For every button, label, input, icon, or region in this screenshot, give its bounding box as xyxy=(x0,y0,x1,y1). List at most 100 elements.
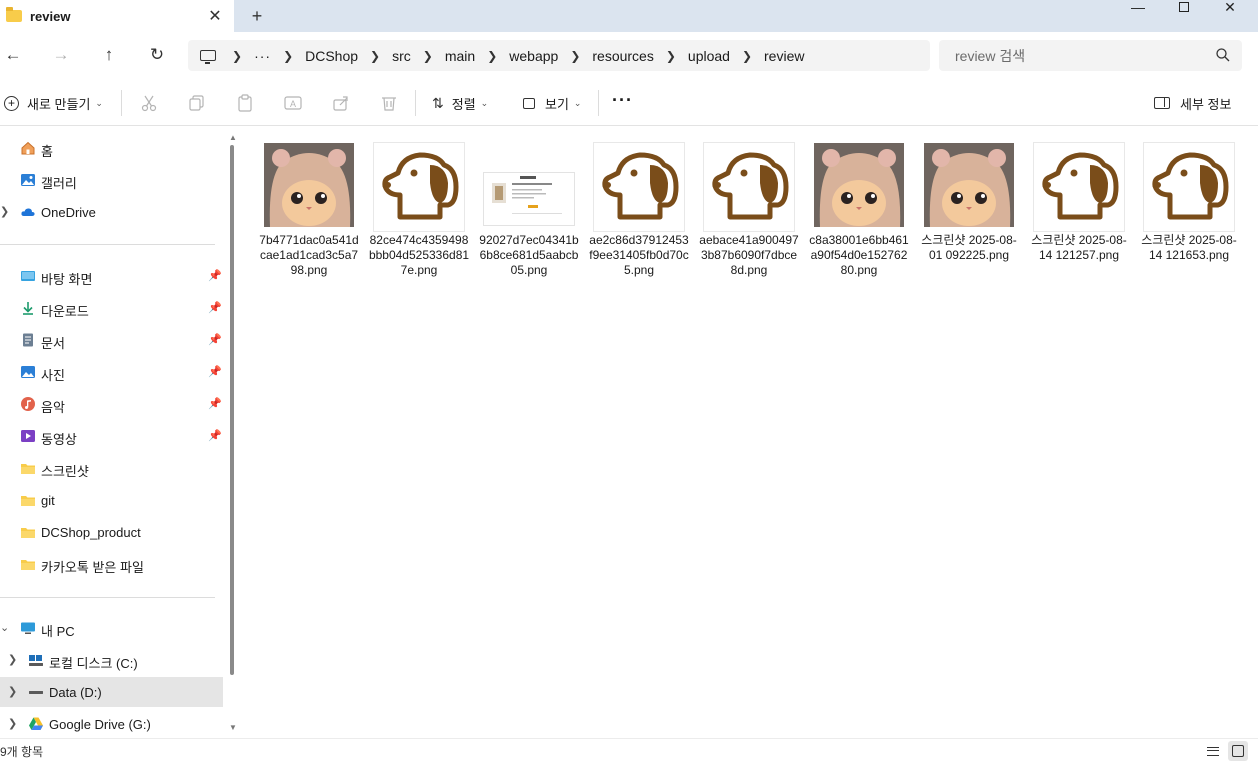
title-bar: review ✕ + — ✕ xyxy=(0,0,1258,32)
sidebar-item-git[interactable]: git xyxy=(0,485,223,515)
sidebar-item-dcshop-product[interactable]: DCShop_product xyxy=(0,517,223,547)
chevron-right-icon[interactable]: ❯ xyxy=(370,49,380,63)
share-icon[interactable] xyxy=(331,93,351,113)
sidebar-item-onedrive[interactable]: ❯ OneDrive xyxy=(0,197,223,227)
details-pane-button[interactable]: 세부 정보 xyxy=(1154,90,1231,116)
breadcrumb-item[interactable]: upload xyxy=(688,48,730,64)
breadcrumb-item[interactable]: webapp xyxy=(509,48,558,64)
paste-icon[interactable] xyxy=(235,93,255,113)
file-item[interactable]: 스크린샷 2025-08-14 121257.png xyxy=(1028,137,1128,287)
sidebar-item-home[interactable]: 홈 xyxy=(0,133,223,163)
pin-icon[interactable]: 📌 xyxy=(208,429,222,442)
refresh-button[interactable]: ↻ xyxy=(141,40,173,70)
video-icon xyxy=(21,430,35,442)
tab-close-button[interactable]: ✕ xyxy=(202,3,228,29)
thumbnail-view-button[interactable] xyxy=(1228,741,1248,761)
breadcrumb-item[interactable]: DCShop xyxy=(305,48,358,64)
breadcrumb-item[interactable]: resources xyxy=(592,48,653,64)
sidebar-item-desktop[interactable]: 바탕 화면 📌 xyxy=(0,261,223,291)
cut-icon[interactable] xyxy=(139,93,159,113)
tab-review[interactable]: review ✕ xyxy=(0,0,234,32)
details-pane-icon xyxy=(1154,97,1170,109)
sort-button[interactable]: ⇅ 정렬 ⌄ xyxy=(432,90,488,116)
more-options-button[interactable]: ··· xyxy=(612,87,633,113)
search-icon[interactable] xyxy=(1215,47,1231,63)
chevron-right-icon[interactable]: ❯ xyxy=(8,717,17,730)
delete-icon[interactable] xyxy=(379,93,399,113)
scrollbar-thumb[interactable] xyxy=(230,145,234,675)
file-name: aebace41a9004973b87b6090f7dbce8d.png xyxy=(699,233,799,277)
minimize-button[interactable]: — xyxy=(1115,0,1161,15)
image-thumbnail xyxy=(704,143,794,233)
sidebar-item-drive-g[interactable]: ❯ Google Drive (G:) xyxy=(0,709,223,739)
pin-icon[interactable]: 📌 xyxy=(208,365,222,378)
chevron-right-icon[interactable]: ❯ xyxy=(283,49,293,63)
file-list: 7b4771dac0a541dcae1ad1cad3c5a798.png 82c… xyxy=(238,127,1258,739)
details-view-button[interactable] xyxy=(1203,741,1223,761)
file-item[interactable]: aebace41a9004973b87b6090f7dbce8d.png xyxy=(698,137,799,287)
chevron-right-icon[interactable]: ❯ xyxy=(570,49,580,63)
sidebar-item-documents[interactable]: 문서 📌 xyxy=(0,325,223,355)
copy-icon[interactable] xyxy=(187,93,207,113)
breadcrumb-item[interactable]: main xyxy=(445,48,475,64)
chevron-right-icon[interactable]: ❯ xyxy=(487,49,497,63)
file-item[interactable]: 82ce474c4359498bbb04d525336d817e.png xyxy=(368,137,469,287)
file-item[interactable]: 7b4771dac0a541dcae1ad1cad3c5a798.png xyxy=(258,137,359,287)
pin-icon[interactable]: 📌 xyxy=(208,269,222,282)
sidebar-item-this-pc[interactable]: ⌄ 내 PC xyxy=(0,613,223,643)
chevron-right-icon[interactable]: ❯ xyxy=(8,653,17,666)
file-item[interactable]: ae2c86d37912453f9ee31405fb0d70c5.png xyxy=(588,137,689,287)
file-name: 스크린샷 2025-08-14 121257.png xyxy=(1031,233,1127,262)
view-button[interactable]: 보기 ⌄ xyxy=(523,90,581,116)
search-input[interactable] xyxy=(939,40,1189,71)
dog-logo-thumbnail xyxy=(704,143,794,231)
document-icon xyxy=(23,333,33,347)
pc-icon[interactable] xyxy=(200,50,216,64)
file-item[interactable]: 92027d7ec04341b6b8ce681d5aabcb05.png xyxy=(478,137,579,287)
chevron-down-icon[interactable]: ⌄ xyxy=(0,621,9,634)
chevron-right-icon[interactable]: ❯ xyxy=(423,49,433,63)
chevron-right-icon[interactable]: ❯ xyxy=(742,49,752,63)
chevron-right-icon[interactable]: ❯ xyxy=(232,49,242,63)
music-icon xyxy=(21,397,35,411)
address-bar[interactable]: ❯ ··· ❯ DCShop ❯ src ❯ main ❯ webapp ❯ r… xyxy=(188,40,930,71)
maximize-button[interactable] xyxy=(1161,0,1207,14)
up-button[interactable]: ↑ xyxy=(93,40,125,70)
command-bar: + 새로 만들기 ⌄ A ⇅ 정렬 ⌄ 보기 ⌄ ··· 세부 정보 xyxy=(0,78,1258,126)
chevron-right-icon[interactable]: ❯ xyxy=(0,205,9,218)
view-icon xyxy=(523,97,535,109)
pin-icon[interactable]: 📌 xyxy=(208,301,222,314)
sidebar-item-kakaotalk-files[interactable]: 카카오톡 받은 파일 xyxy=(0,549,223,579)
rename-icon[interactable]: A xyxy=(283,93,303,113)
sidebar-item-drive-d[interactable]: ❯ Data (D:) xyxy=(0,677,223,707)
pin-icon[interactable]: 📌 xyxy=(208,333,222,346)
file-item[interactable]: c8a38001e6bb461a90f54d0e15276280.png xyxy=(808,137,909,287)
chevron-right-icon[interactable]: ❯ xyxy=(8,685,17,698)
breadcrumb-more[interactable]: ··· xyxy=(254,48,271,64)
chevron-down-icon: ⌄ xyxy=(480,97,489,108)
new-button[interactable]: + 새로 만들기 ⌄ xyxy=(4,90,103,116)
file-item[interactable]: 스크린샷 2025-08-01 092225.png xyxy=(918,137,1018,287)
sidebar-item-pictures[interactable]: 사진 📌 xyxy=(0,357,223,387)
sidebar-item-gallery[interactable]: 갤러리 xyxy=(0,165,223,195)
chevron-down-icon: ⌄ xyxy=(573,97,582,108)
pin-icon[interactable]: 📌 xyxy=(208,397,222,410)
sidebar-divider xyxy=(0,244,215,245)
close-window-button[interactable]: ✕ xyxy=(1207,0,1253,15)
scroll-down-arrow-icon[interactable]: ▼ xyxy=(229,723,237,732)
new-tab-button[interactable]: + xyxy=(244,3,270,29)
forward-button[interactable]: → xyxy=(45,40,77,70)
chevron-right-icon[interactable]: ❯ xyxy=(666,49,676,63)
scroll-up-arrow-icon[interactable]: ▲ xyxy=(229,133,237,142)
status-bar: 9개 항목 xyxy=(0,738,1258,762)
sidebar-item-downloads[interactable]: 다운로드 📌 xyxy=(0,293,223,323)
sidebar-item-screenshots[interactable]: 스크린샷 xyxy=(0,453,223,483)
breadcrumb-item-current[interactable]: review xyxy=(764,48,804,64)
breadcrumb-item[interactable]: src xyxy=(392,48,411,64)
file-item[interactable]: 스크린샷 2025-08-14 121653.png xyxy=(1138,137,1238,287)
sidebar-item-music[interactable]: 음악 📌 xyxy=(0,389,223,419)
sidebar-item-drive-c[interactable]: ❯ 로컬 디스크 (C:) xyxy=(0,645,223,675)
back-button[interactable]: ← xyxy=(0,40,29,70)
sidebar-item-videos[interactable]: 동영상 📌 xyxy=(0,421,223,451)
sidebar-scrollbar[interactable]: ▲ ▼ xyxy=(229,133,237,736)
